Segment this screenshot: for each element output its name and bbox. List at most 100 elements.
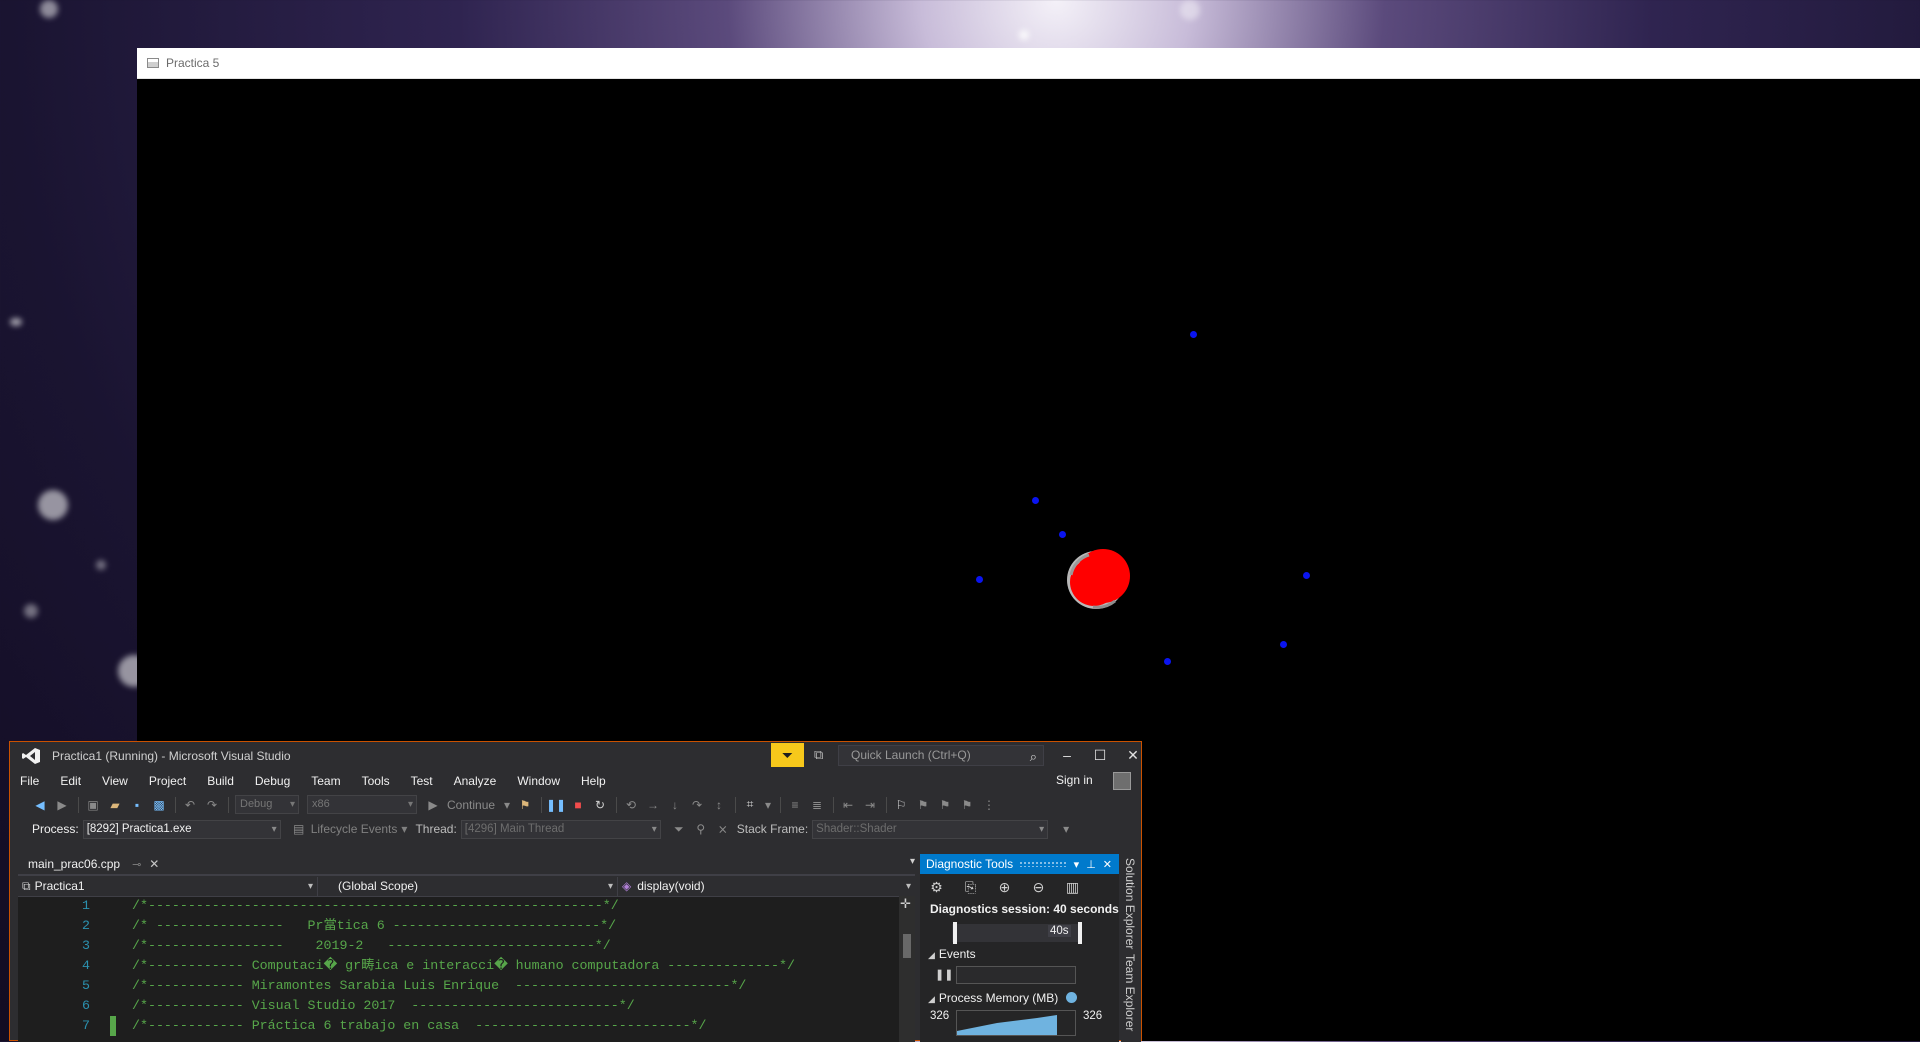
scrollbar-thumb[interactable] — [903, 934, 911, 958]
lifecycle-events-button[interactable]: Lifecycle Events — [311, 822, 398, 836]
feedback-icon[interactable]: ⧉ — [814, 747, 823, 763]
drag-grip[interactable] — [1019, 861, 1068, 867]
flag-threads-icon[interactable]: ⚲ — [693, 821, 709, 837]
menu-project[interactable]: Project — [149, 774, 186, 788]
line-number: 2 — [82, 918, 90, 933]
settings-gear-icon[interactable]: ⚙ — [928, 879, 945, 896]
new-project-icon[interactable]: ▣ — [85, 797, 101, 813]
stack-frame-select[interactable]: Shader::Shader — [812, 819, 1049, 839]
timeline-start-handle[interactable] — [953, 922, 957, 944]
prev-bookmark-icon[interactable]: ⚑ — [915, 797, 931, 813]
close-tab-icon[interactable]: ✕ — [149, 857, 159, 871]
zoom-out-icon[interactable]: ⊖ — [1030, 879, 1047, 896]
team-explorer-tab[interactable]: Team Explorer — [1123, 954, 1137, 1031]
step-into-icon[interactable]: → — [645, 797, 661, 813]
minimize-button[interactable]: ‒ — [1052, 744, 1082, 766]
menu-window[interactable]: Window — [517, 774, 560, 788]
dropdown-icon[interactable]: ▾ — [503, 797, 511, 813]
solution-config-select[interactable]: Debug — [235, 795, 299, 814]
next-bookmark-icon[interactable]: ⚑ — [937, 797, 953, 813]
code-line: 3 /*----------------- 2019-2 ------------… — [18, 936, 898, 956]
close-panel-icon[interactable]: ✕ — [1103, 858, 1112, 871]
navigate-back-icon[interactable]: ◀ — [32, 797, 48, 813]
thread-select[interactable]: [4296] Main Thread — [460, 819, 661, 839]
window-position-icon[interactable]: ▾ — [1074, 858, 1080, 871]
browser-link-icon[interactable]: ⚑ — [517, 797, 533, 813]
open-file-icon[interactable]: ▰ — [107, 797, 123, 813]
bookmark-icon[interactable]: ⚐ — [893, 797, 909, 813]
lifecycle-events-icon[interactable]: ▤ — [291, 821, 307, 837]
save-icon[interactable]: ▪ — [129, 797, 145, 813]
menu-team[interactable]: Team — [311, 774, 340, 788]
editor-vertical-scrollbar[interactable]: ✛ — [899, 896, 915, 1042]
dropdown-icon[interactable]: ▾ — [764, 797, 772, 813]
stop-debugging-icon[interactable]: ■ — [570, 797, 586, 813]
dropdown-icon[interactable]: ▾ — [401, 822, 407, 836]
menu-test[interactable]: Test — [411, 774, 433, 788]
clear-bookmarks-icon[interactable]: ⚑ — [959, 797, 975, 813]
restart-icon[interactable]: ↻ — [592, 797, 608, 813]
break-all-icon[interactable]: ❚❚ — [546, 797, 566, 813]
reset-view-icon[interactable]: ▥ — [1064, 879, 1081, 896]
undo-icon[interactable]: ↶ — [182, 797, 198, 813]
show-threads-icon[interactable]: ⨯ — [715, 821, 731, 837]
hex-display-icon[interactable]: ⌗ — [742, 797, 758, 813]
menu-edit[interactable]: Edit — [60, 774, 81, 788]
project-scope-select[interactable]: ⧉ Practica1 — [18, 876, 318, 896]
comment-lines-icon[interactable]: ≡ — [787, 797, 803, 813]
quick-launch-input[interactable]: Quick Launch (Ctrl+Q) ⌕ — [838, 745, 1044, 766]
process-select[interactable]: [8292] Practica1.exe — [82, 819, 281, 839]
tab-overflow-icon[interactable]: ▾ — [910, 856, 915, 867]
menu-view[interactable]: View — [102, 774, 128, 788]
timeline-end-handle[interactable] — [1078, 922, 1082, 944]
code-area[interactable]: 1 /*-------------------------------------… — [18, 896, 898, 1042]
sign-in-link[interactable]: Sign in — [1056, 773, 1093, 787]
close-button[interactable]: ✕ — [1118, 744, 1148, 766]
redo-icon[interactable]: ↷ — [204, 797, 220, 813]
solution-explorer-tab[interactable]: Solution Explorer — [1123, 858, 1137, 949]
menu-build[interactable]: Build — [207, 774, 234, 788]
filter-threads-icon[interactable]: ⏷ — [671, 821, 687, 837]
auto-hide-pin-icon[interactable]: ⊥ — [1086, 858, 1096, 871]
split-editor-icon[interactable]: ✛ — [900, 896, 911, 912]
maximize-button[interactable]: ☐ — [1085, 744, 1115, 766]
step-out-icon[interactable]: ↷ — [689, 797, 705, 813]
code-line: 2 /* ---------------- Pr當tica 6 ---------… — [18, 916, 898, 936]
continue-button[interactable]: Continue — [447, 798, 495, 812]
events-section-header[interactable]: ◢ Events — [920, 944, 1119, 964]
menu-analyze[interactable]: Analyze — [454, 774, 497, 788]
navigate-forward-icon[interactable]: ▶ — [54, 797, 70, 813]
code-editor[interactable]: main_prac06.cpp ⊸ ✕ ▾ ⧉Practica1 (Global… — [18, 854, 915, 1042]
menu-debug[interactable]: Debug — [255, 774, 290, 788]
vs-titlebar[interactable]: Practica1 (Running) - Microsoft Visual S… — [10, 742, 1141, 770]
decrease-indent-icon[interactable]: ⇤ — [840, 797, 856, 813]
diagnostic-tools-header[interactable]: Diagnostic Tools ▾ ⊥ ✕ — [920, 854, 1119, 874]
visual-studio-window[interactable]: Practica1 (Running) - Microsoft Visual S… — [9, 741, 1142, 1042]
uncomment-lines-icon[interactable]: ≣ — [809, 797, 825, 813]
menu-file[interactable]: File — [20, 774, 39, 788]
function-scope-select[interactable]: ◈ display(void) — [618, 877, 915, 896]
notifications-filter-icon[interactable]: ⏷ — [771, 743, 804, 767]
blue-star — [1303, 572, 1310, 579]
menu-help[interactable]: Help — [581, 774, 606, 788]
session-timeline[interactable]: 40s — [920, 918, 1119, 944]
solution-platform-select[interactable]: x86 — [307, 795, 417, 814]
user-avatar-icon[interactable] — [1113, 772, 1131, 790]
toolbar-overflow-icon[interactable]: ⋮ — [981, 797, 997, 813]
zoom-in-icon[interactable]: ⊕ — [996, 879, 1013, 896]
step-over-icon[interactable]: ↓ — [667, 797, 683, 813]
select-tools-icon[interactable]: ⎘ — [962, 879, 979, 896]
process-memory-header[interactable]: ◢ Process Memory (MB) — [920, 988, 1119, 1008]
pin-icon[interactable]: ⊸ — [132, 858, 141, 871]
show-next-statement-icon[interactable]: ⟲ — [623, 797, 639, 813]
continue-play-icon[interactable]: ▶ — [425, 797, 441, 813]
opengl-titlebar[interactable]: Practica 5 — [137, 48, 1920, 79]
step-up-icon[interactable]: ↕ — [711, 797, 727, 813]
global-scope-select[interactable]: (Global Scope) — [318, 876, 618, 896]
menu-tools[interactable]: Tools — [362, 774, 390, 788]
pause-events-icon[interactable]: ❚❚ — [935, 968, 953, 981]
toolbar-overflow-icon[interactable]: ▾ — [1058, 821, 1074, 837]
tab-main-prac06[interactable]: main_prac06.cpp ⊸ ✕ — [18, 854, 168, 874]
increase-indent-icon[interactable]: ⇥ — [862, 797, 878, 813]
save-all-icon[interactable]: ▩ — [151, 797, 167, 813]
